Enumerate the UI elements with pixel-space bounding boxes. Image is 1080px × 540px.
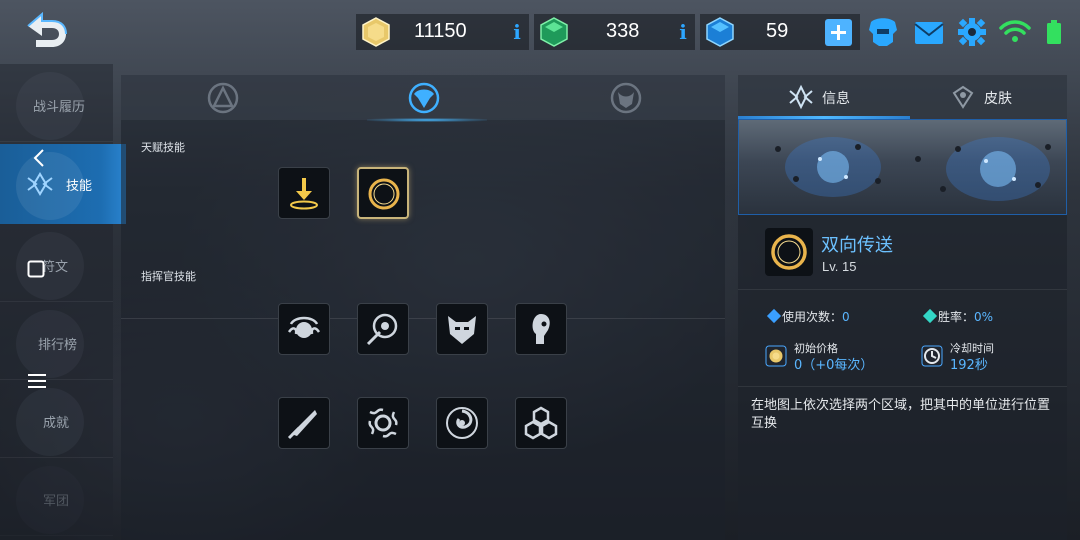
green-info-button[interactable]: i [677,21,689,43]
wing-emblem-icon [27,172,53,196]
cooldown-value: 192秒 [950,358,988,373]
nav-back-chevron-icon[interactable] [32,148,46,168]
section-divider [121,318,725,319]
mail-icon[interactable] [912,16,946,48]
winrate-diamond-icon [922,308,938,324]
tab-skin[interactable]: 皮肤 [910,75,1067,119]
sidebar-item-label: 排行榜 [38,338,78,353]
detail-tabs: 信息 皮肤 [738,75,1067,119]
lock-target-skill-icon[interactable] [357,303,409,355]
sidebar-item-label: 技能 [66,179,93,194]
drop-skill-icon[interactable] [278,167,330,219]
price-value: 0（+0每次） [794,358,874,373]
winrate-value: 0% [974,310,994,324]
blue-value: 59 [766,20,789,42]
winrate-label: 胜率： [938,310,975,324]
gold-resource: 11150 i [356,14,529,50]
skill-selection-panel: 天赋技能 指挥官技能 [121,75,725,540]
hex-shield-skill-icon[interactable] [515,397,567,449]
sidebar-item-label: 战斗履历 [33,100,86,115]
skill-preview-image [738,119,1067,215]
green-value: 338 [606,20,640,42]
nav-menu-icon[interactable] [28,373,46,389]
skill-name: 双向传送 [821,235,893,256]
faction-tabs [121,75,725,122]
tab-info-label: 信息 [822,91,850,107]
uses-label: 使用次数： [782,310,843,324]
sidebar-item-achievements[interactable]: 成就 [0,380,113,458]
winrate-stat: 胜率：0% [938,308,993,325]
uses-diamond-icon [766,308,782,324]
skill-description: 在地图上依次选择两个区域，把其中的单位进行位置互换 [751,398,1051,431]
settings-gear-icon[interactable] [955,16,989,48]
sidebar-item-label: 成就 [43,416,70,431]
skill-detail-panel: 信息 皮肤 双向传送 Lv. 15 使用次数：0 胜率：0% 初始价格 0（+0… [738,75,1067,540]
green-gem-icon [540,17,568,47]
selected-skill-icon [765,228,813,276]
blade-skill-icon[interactable] [278,397,330,449]
info-wing-icon [789,84,813,110]
sidebar-item-battle-history[interactable]: 战斗履历 [0,64,113,142]
skin-emblem-icon [952,85,974,109]
active-tab-indicator [367,118,487,122]
clock-icon [921,345,943,367]
alien-skill-icon[interactable] [515,303,567,355]
wifi-icon [999,20,1031,42]
back-arrow-icon[interactable] [22,10,70,52]
tab-faction-a[interactable] [205,80,241,116]
tab-info[interactable]: 信息 [738,75,910,119]
sidebar: 战斗履历 技能 符文 排行榜 成就 军团 [0,64,126,540]
sidebar-item-ranking[interactable]: 排行榜 [0,302,113,380]
tab-faction-b[interactable] [406,80,442,116]
uses-value: 0 [842,310,850,324]
sidebar-item-runes[interactable]: 符文 [0,224,113,302]
detail-divider [738,386,1067,387]
helmet-icon[interactable] [866,16,900,48]
tab-skin-label: 皮肤 [984,91,1012,107]
gold-crystal-icon [362,17,390,47]
nav-home-square-icon[interactable] [27,260,45,278]
commander-skills-label: 指挥官技能 [141,270,196,283]
blue-resource: 59 [700,14,860,50]
battery-icon [1047,20,1061,44]
green-resource: 338 i [534,14,695,50]
talent-skills-label: 天赋技能 [141,141,185,154]
skill-level: Lv. 15 [822,259,857,274]
detail-divider [738,289,1067,290]
vortex-skill-icon[interactable] [436,397,488,449]
swirl-orb-skill-icon[interactable] [357,397,409,449]
gold-coin-icon [765,345,787,367]
mask-skill-icon[interactable] [436,303,488,355]
sidebar-item-skills[interactable]: 技能 [0,144,126,224]
ring-portal-skill-icon[interactable] [357,167,409,219]
sidebar-item-label: 符文 [42,260,69,275]
add-gems-button[interactable] [825,19,852,46]
sidebar-item-legion[interactable]: 军团 [0,458,113,536]
medusa-skill-icon[interactable] [278,303,330,355]
sidebar-item-label: 军团 [43,494,70,509]
top-bar: 11150 i 338 i 59 [0,0,1080,64]
blue-gem-icon [706,17,734,47]
gold-value: 11150 [414,20,467,42]
gold-info-button[interactable]: i [511,21,523,43]
uses-stat: 使用次数：0 [782,308,850,325]
tab-faction-c[interactable] [608,80,644,116]
